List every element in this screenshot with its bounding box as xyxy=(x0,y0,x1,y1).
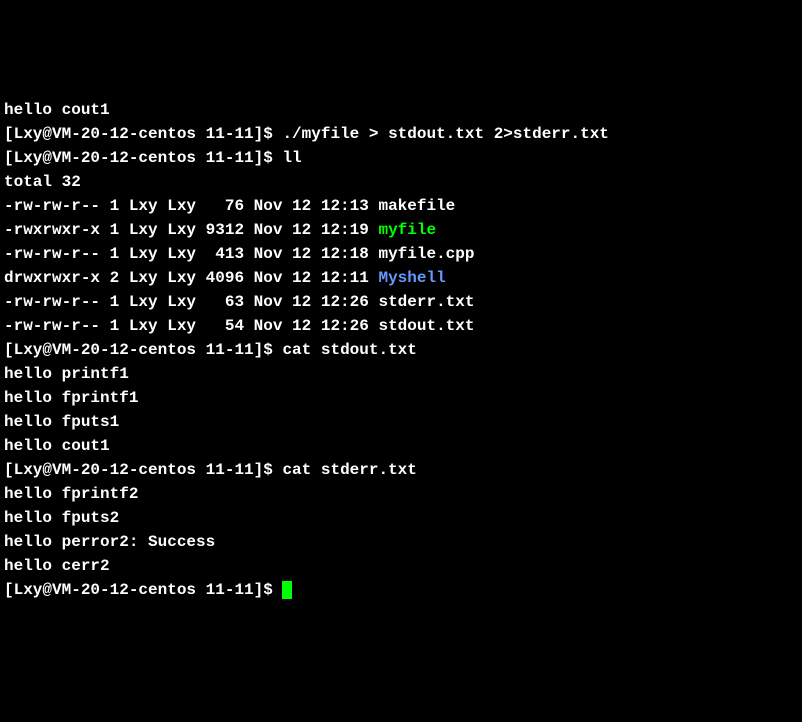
terminal-line: hello fputs1 xyxy=(4,410,798,434)
output-text: hello cout1 xyxy=(4,437,110,455)
terminal-line: hello fputs2 xyxy=(4,506,798,530)
terminal-line: [Lxy@VM-20-12-centos 11-11]$ cat stdout.… xyxy=(4,338,798,362)
ls-filename: myfile xyxy=(378,221,436,239)
terminal-line: -rwxrwxr-x 1 Lxy Lxy 9312 Nov 12 12:19 m… xyxy=(4,218,798,242)
terminal-line: hello cout1 xyxy=(4,98,798,122)
terminal-line: hello printf1 xyxy=(4,362,798,386)
terminal-line: -rw-rw-r-- 1 Lxy Lxy 76 Nov 12 12:13 mak… xyxy=(4,194,798,218)
ls-meta: -rw-rw-r-- 1 Lxy Lxy 413 Nov 12 12:18 xyxy=(4,245,378,263)
ls-filename: myfile.cpp xyxy=(378,245,474,263)
terminal-line: hello fprintf2 xyxy=(4,482,798,506)
terminal-line: -rw-rw-r-- 1 Lxy Lxy 63 Nov 12 12:26 std… xyxy=(4,290,798,314)
terminal[interactable]: hello cout1 [Lxy@VM-20-12-centos 11-11]$ … xyxy=(4,98,798,602)
shell-prompt: [Lxy@VM-20-12-centos 11-11]$ xyxy=(4,581,282,599)
terminal-line: hello cout1 xyxy=(4,434,798,458)
command-text: cat stdout.txt xyxy=(282,341,416,359)
ls-filename: stderr.txt xyxy=(378,293,474,311)
terminal-line: [Lxy@VM-20-12-centos 11-11]$ xyxy=(4,578,798,602)
output-text: hello cerr2 xyxy=(4,557,110,575)
terminal-line: [Lxy@VM-20-12-centos 11-11]$ ./myfile > … xyxy=(4,122,798,146)
ls-filename: makefile xyxy=(378,197,455,215)
output-text: hello cout1 xyxy=(4,101,110,119)
output-text: total 32 xyxy=(4,173,81,191)
output-text: hello fprintf1 xyxy=(4,389,138,407)
terminal-line: [Lxy@VM-20-12-centos 11-11]$ ll xyxy=(4,146,798,170)
ls-meta: -rwxrwxr-x 1 Lxy Lxy 9312 Nov 12 12:19 xyxy=(4,221,378,239)
ls-meta: -rw-rw-r-- 1 Lxy Lxy 54 Nov 12 12:26 xyxy=(4,317,378,335)
terminal-line: -rw-rw-r-- 1 Lxy Lxy 54 Nov 12 12:26 std… xyxy=(4,314,798,338)
output-text: hello fputs1 xyxy=(4,413,119,431)
cursor-icon xyxy=(282,581,292,599)
output-text: hello perror2: Success xyxy=(4,533,215,551)
output-text: hello printf1 xyxy=(4,365,129,383)
terminal-line: [Lxy@VM-20-12-centos 11-11]$ cat stderr.… xyxy=(4,458,798,482)
shell-prompt: [Lxy@VM-20-12-centos 11-11]$ xyxy=(4,461,282,479)
shell-prompt: [Lxy@VM-20-12-centos 11-11]$ xyxy=(4,341,282,359)
output-text: hello fputs2 xyxy=(4,509,119,527)
output-text: hello fprintf2 xyxy=(4,485,138,503)
shell-prompt: [Lxy@VM-20-12-centos 11-11]$ xyxy=(4,125,282,143)
terminal-line: hello perror2: Success xyxy=(4,530,798,554)
terminal-line: hello cerr2 xyxy=(4,554,798,578)
command-text: ll xyxy=(282,149,301,167)
ls-filename: stdout.txt xyxy=(378,317,474,335)
command-text: cat stderr.txt xyxy=(282,461,416,479)
terminal-line: hello fprintf1 xyxy=(4,386,798,410)
command-text: ./myfile > stdout.txt 2>stderr.txt xyxy=(282,125,608,143)
terminal-line: drwxrwxr-x 2 Lxy Lxy 4096 Nov 12 12:11 M… xyxy=(4,266,798,290)
ls-meta: drwxrwxr-x 2 Lxy Lxy 4096 Nov 12 12:11 xyxy=(4,269,378,287)
ls-meta: -rw-rw-r-- 1 Lxy Lxy 76 Nov 12 12:13 xyxy=(4,197,378,215)
shell-prompt: [Lxy@VM-20-12-centos 11-11]$ xyxy=(4,149,282,167)
terminal-line: total 32 xyxy=(4,170,798,194)
ls-filename: Myshell xyxy=(378,269,445,287)
terminal-line: -rw-rw-r-- 1 Lxy Lxy 413 Nov 12 12:18 my… xyxy=(4,242,798,266)
ls-meta: -rw-rw-r-- 1 Lxy Lxy 63 Nov 12 12:26 xyxy=(4,293,378,311)
